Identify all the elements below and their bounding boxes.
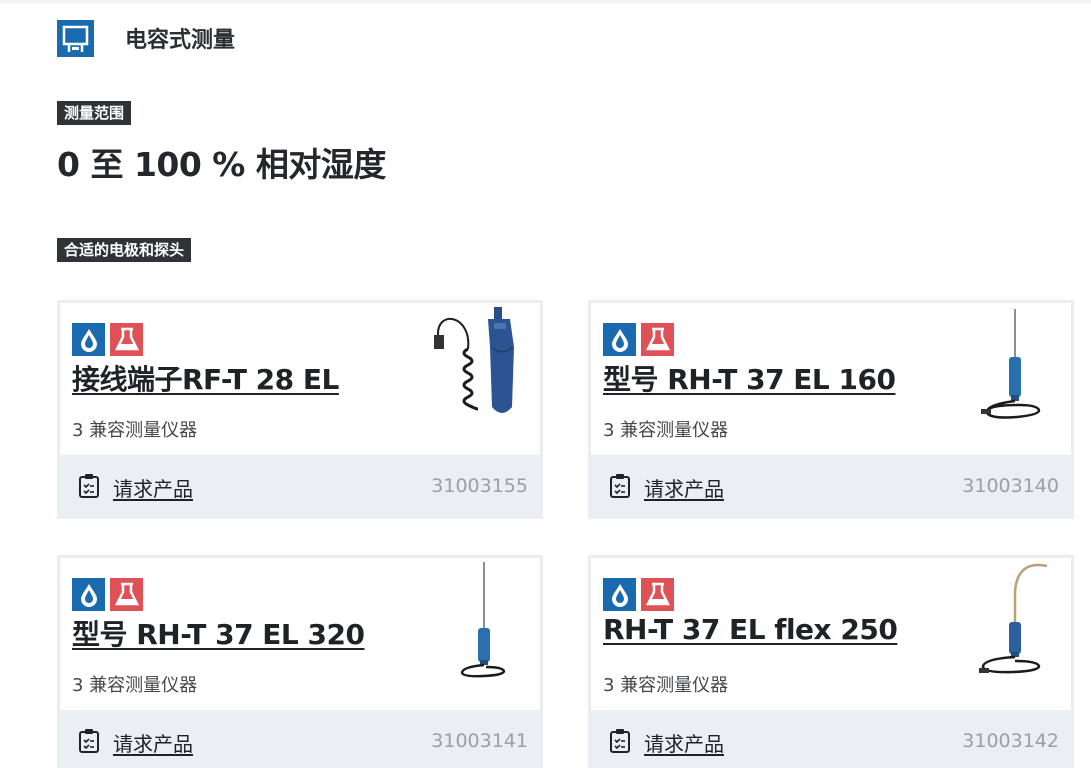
request-product-link[interactable]: 请求产品 [113,728,193,757]
clipboard-checklist-icon [78,473,100,499]
product-title-link[interactable]: RH-T 37 EL flex 250 [603,613,898,646]
clipboard-checklist-icon [609,473,631,499]
lab-flask-icon [110,323,143,356]
card-footer: 请求产品 31003142 [591,710,1071,768]
humidity-drop-icon [72,578,105,611]
request-product-link[interactable]: 请求产品 [644,473,724,502]
clipboard-checklist-icon [609,728,631,754]
product-card: 型号 RH-T 37 EL 160 3 兼容测量仪器 请求产品 31003140 [588,300,1074,519]
humidity-drop-icon [603,323,636,356]
compatible-instruments: 3 兼容测量仪器 [603,675,729,696]
range-label: 测量范围 [57,101,132,125]
article-number: 31003142 [962,730,1059,752]
product-title-link[interactable]: 型号 RH-T 37 EL 320 [72,613,365,653]
article-number: 31003140 [962,475,1059,497]
product-card: 接线端子RF-T 28 EL 3 兼容测量仪器 请求产品 31003155 [57,300,543,519]
compatible-instruments: 3 兼容测量仪器 [603,420,729,441]
product-card: RH-T 37 EL flex 250 3 兼容测量仪器 请求产品 310031… [588,555,1074,768]
card-footer: 请求产品 31003141 [60,710,540,768]
probes-label: 合适的电极和探头 [57,238,192,262]
product-card: 型号 RH-T 37 EL 320 3 兼容测量仪器 请求产品 31003141 [57,555,543,768]
article-number: 31003141 [431,730,528,752]
lab-flask-icon [110,578,143,611]
compatible-instruments: 3 兼容测量仪器 [72,420,198,441]
card-footer: 请求产品 31003140 [591,455,1071,519]
humidity-drop-icon [72,323,105,356]
humidity-drop-icon [603,578,636,611]
request-product-link[interactable]: 请求产品 [113,473,193,502]
page-title: 电容式测量 [125,28,236,53]
capacitive-sensor-icon [57,19,94,57]
range-value: 0 至 100 % 相对湿度 [57,145,386,184]
product-image [979,309,1049,425]
card-footer: 请求产品 31003155 [60,455,540,519]
top-divider [0,0,1091,3]
compatible-instruments: 3 兼容测量仪器 [72,675,198,696]
product-image [456,562,516,684]
request-product-link[interactable]: 请求产品 [644,728,724,757]
lab-flask-icon [641,323,674,356]
lab-flask-icon [641,578,674,611]
clipboard-checklist-icon [78,728,100,754]
article-number: 31003155 [431,475,528,497]
product-title-link[interactable]: 型号 RH-T 37 EL 160 [603,358,896,398]
page-header: 电容式测量 [57,19,236,57]
product-image [432,307,532,429]
product-title-link[interactable]: 接线端子RF-T 28 EL [72,358,339,398]
product-image [975,562,1055,684]
